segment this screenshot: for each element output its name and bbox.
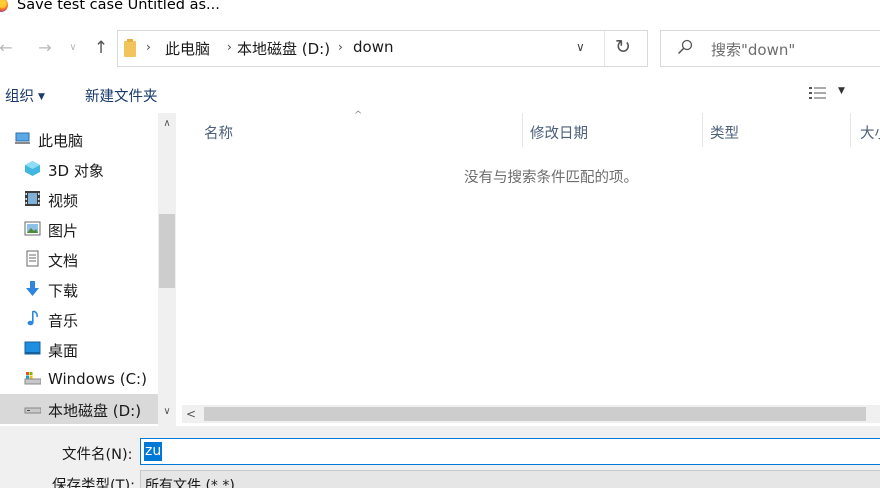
title-bar: Save test case Untitled as... — [0, 0, 880, 16]
tree-item-label: 图片 — [48, 222, 79, 240]
organize-button[interactable]: 组织 ▼ — [5, 85, 45, 106]
tree-item-drive-d[interactable]: 本地磁盘 (D:) — [0, 394, 158, 424]
download-icon — [26, 281, 39, 296]
column-header-type[interactable]: 类型 — [710, 122, 739, 143]
scrollbar-thumb[interactable] — [204, 407, 866, 421]
column-divider[interactable] — [522, 113, 523, 147]
scroll-down-icon[interactable]: ∨ — [158, 406, 176, 417]
firefox-icon — [0, 0, 8, 12]
tree-item-label: 桌面 — [48, 342, 79, 360]
column-divider[interactable] — [702, 113, 703, 147]
breadcrumb-down[interactable]: down — [353, 38, 393, 56]
recent-locations-button[interactable]: ∨ — [66, 36, 80, 60]
filename-value: zu — [144, 442, 163, 461]
tree-item-label: 音乐 — [48, 312, 79, 330]
filename-label: 文件名(N): — [62, 447, 133, 463]
folder-icon — [124, 39, 136, 57]
address-dropdown-icon[interactable]: ∨ — [576, 40, 585, 54]
tree-item-3d-objects[interactable]: 3D 对象 — [0, 154, 158, 184]
caret-down-icon: ▼ — [38, 92, 45, 102]
address-bar[interactable]: › 此电脑 › 本地磁盘 (D:) › down ∨ ↻ — [117, 30, 648, 67]
tree-item-label: 文档 — [48, 252, 79, 270]
tree-item-videos[interactable]: 视频 — [0, 184, 158, 214]
tree-item-documents[interactable]: 文档 — [0, 244, 158, 274]
search-box[interactable]: 搜索"down" — [660, 30, 880, 67]
horizontal-scrollbar[interactable]: < — [182, 405, 880, 423]
save-type-select[interactable]: 所有文件 (*.*) — [140, 470, 880, 488]
forward-button[interactable]: → — [34, 36, 56, 60]
column-divider[interactable] — [850, 113, 851, 147]
navigation-scrollbar[interactable]: ∧ ∨ — [158, 113, 176, 426]
tree-item-label: 视频 — [48, 192, 79, 210]
chevron-right-icon[interactable]: › — [227, 40, 232, 54]
column-header-size[interactable]: 大小 — [860, 122, 880, 143]
divider — [604, 31, 605, 66]
chevron-right-icon[interactable]: › — [338, 40, 343, 54]
filename-input[interactable]: zu — [140, 438, 880, 465]
desktop-icon — [24, 341, 41, 355]
sort-ascending-icon: ^ — [354, 110, 363, 121]
tree-item-pictures[interactable]: 图片 — [0, 214, 158, 244]
tree-item-drive-c[interactable]: Windows (C:) — [0, 364, 158, 394]
scroll-up-icon[interactable]: ∧ — [158, 118, 176, 129]
back-button[interactable]: ← — [0, 36, 16, 60]
documents-icon — [26, 250, 39, 267]
search-placeholder: 搜索"down" — [711, 41, 796, 59]
command-bar: 组织 ▼ 新建文件夹 ▼ — [0, 80, 880, 108]
breadcrumb-this-pc[interactable]: 此电脑 — [165, 38, 210, 59]
tree-item-label: 3D 对象 — [48, 162, 104, 180]
tree-item-desktop[interactable]: 桌面 — [0, 334, 158, 364]
save-type-value: 所有文件 (*.*) — [145, 478, 235, 488]
refresh-icon[interactable]: ↻ — [615, 36, 631, 58]
drive-d-icon — [24, 407, 41, 414]
tree-item-this-pc[interactable]: 此电脑 — [0, 124, 158, 154]
up-button[interactable]: ↑ — [90, 36, 112, 60]
tree-item-downloads[interactable]: 下载 — [0, 274, 158, 304]
pictures-icon — [24, 221, 41, 236]
empty-folder-message: 没有与搜索条件匹配的项。 — [464, 170, 638, 186]
tree-item-label: 此电脑 — [38, 132, 84, 150]
scroll-left-icon[interactable]: < — [186, 407, 196, 421]
organize-label: 组织 — [5, 89, 34, 105]
computer-icon — [15, 132, 30, 144]
view-options-icon[interactable] — [808, 85, 828, 101]
video-icon — [25, 191, 40, 206]
scrollbar-thumb[interactable] — [159, 214, 175, 288]
chevron-right-icon[interactable]: › — [146, 40, 151, 54]
tree-item-label: 下载 — [48, 282, 79, 300]
file-list[interactable]: ^ 名称 修改日期 类型 大小 没有与搜索条件匹配的项。 — [176, 110, 880, 426]
window-title: Save test case Untitled as... — [17, 0, 220, 13]
search-icon — [677, 39, 693, 55]
save-panel: 文件名(N): zu 保存类型(T): 所有文件 (*.*) — [0, 426, 880, 488]
column-header-name[interactable]: 名称 — [204, 122, 233, 143]
drive-c-icon — [24, 372, 41, 385]
breadcrumb-drive-d[interactable]: 本地磁盘 (D:) — [237, 38, 330, 59]
save-type-label: 保存类型(T): — [52, 478, 136, 488]
new-folder-button[interactable]: 新建文件夹 — [85, 85, 158, 106]
column-header-date-modified[interactable]: 修改日期 — [530, 122, 588, 143]
tree-item-music[interactable]: 音乐 — [0, 304, 158, 334]
music-icon — [27, 310, 38, 326]
navigation-pane: 此电脑 3D 对象 视频 图片 文档 下载 音乐 桌面 Windows (C:)… — [0, 113, 158, 426]
3d-objects-icon — [25, 161, 40, 176]
tree-item-label: 本地磁盘 (D:) — [48, 402, 142, 420]
view-dropdown-icon[interactable]: ▼ — [838, 86, 845, 96]
tree-item-label: Windows (C:) — [48, 370, 147, 388]
